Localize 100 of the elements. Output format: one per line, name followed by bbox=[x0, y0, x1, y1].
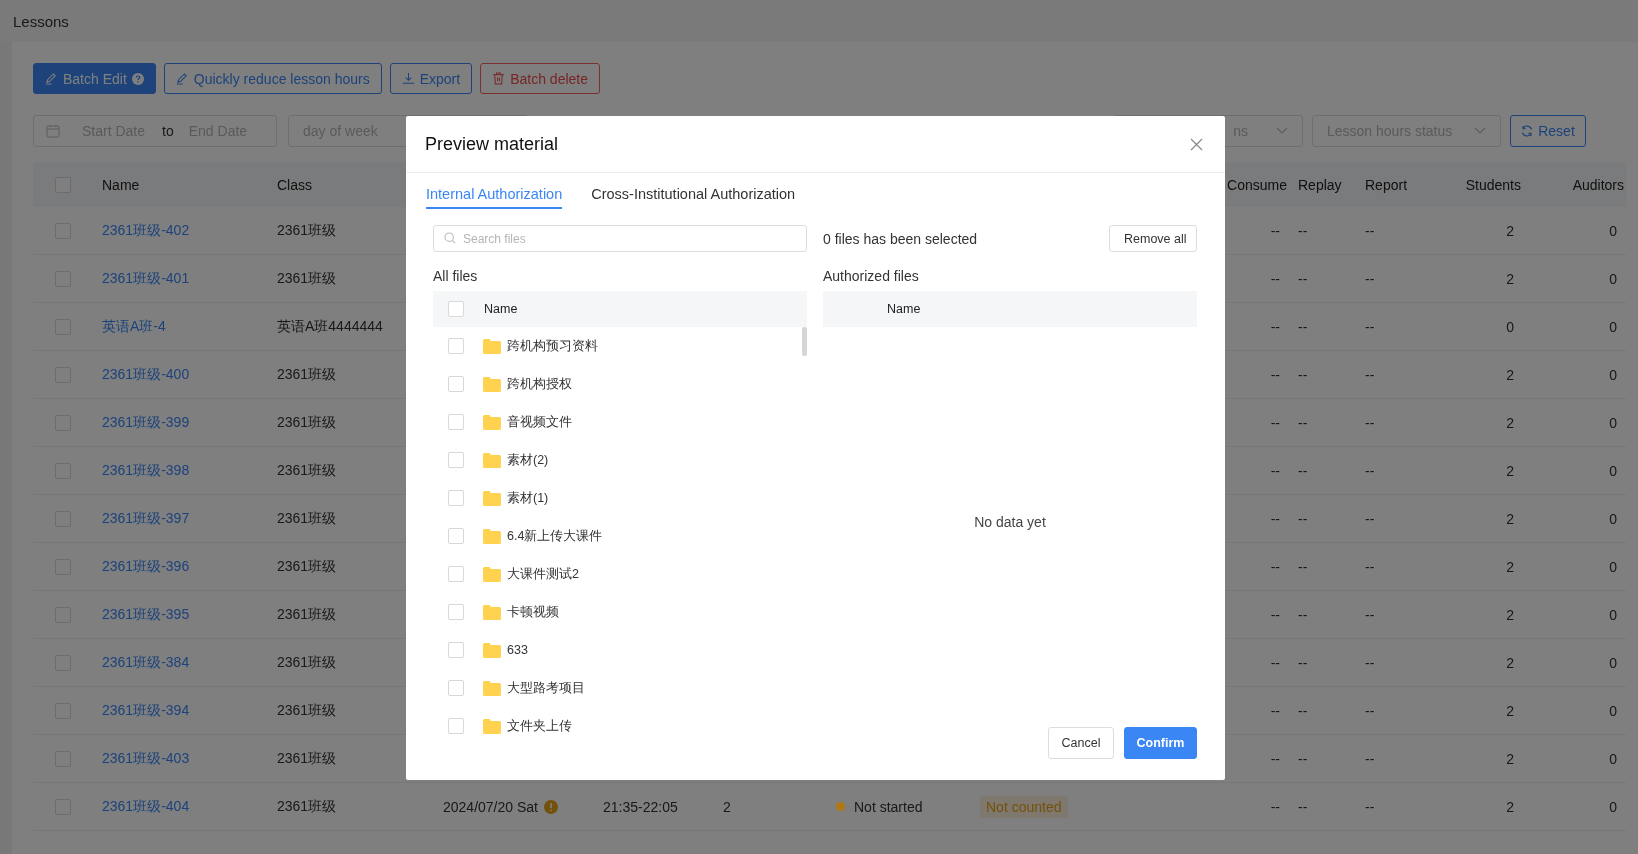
table-cell: -- bbox=[1298, 414, 1308, 431]
table-cell: -- bbox=[1365, 798, 1375, 815]
table-cell: -- bbox=[1270, 414, 1280, 431]
table-cell: -- bbox=[1365, 558, 1375, 575]
table-cell: 0 bbox=[1609, 462, 1617, 479]
table-cell: 2361班级 bbox=[277, 269, 337, 288]
table-cell: 0 bbox=[1609, 318, 1617, 335]
table-cell: -- bbox=[1298, 366, 1308, 383]
table-cell: 2 bbox=[1506, 798, 1514, 815]
column-header: Consume bbox=[1227, 176, 1287, 193]
status-text: Not started bbox=[854, 798, 923, 815]
table-cell: 0 bbox=[1609, 606, 1617, 623]
table-cell: 2 bbox=[1506, 510, 1514, 527]
table-cell: 2361班级 bbox=[277, 413, 337, 432]
table-cell: 2 bbox=[1506, 750, 1514, 767]
table-cell: 2361班级 bbox=[277, 365, 337, 384]
table-cell: -- bbox=[1298, 702, 1308, 719]
table-cell: -- bbox=[1298, 606, 1308, 623]
table-cell: 2361班级 bbox=[277, 797, 337, 816]
table-cell: -- bbox=[1298, 222, 1308, 239]
file-name: 音视频文件 bbox=[507, 413, 572, 431]
table-cell: -- bbox=[1270, 270, 1280, 287]
table-cell: 0 bbox=[1609, 510, 1617, 527]
table-cell: 0 bbox=[1609, 702, 1617, 719]
selection-count: 0 files has been selected bbox=[823, 230, 978, 247]
table-cell: -- bbox=[1270, 702, 1280, 719]
table-cell: 2 bbox=[1506, 366, 1514, 383]
table-cell: -- bbox=[1365, 702, 1375, 719]
table-cell: 0 bbox=[1609, 750, 1617, 767]
table-cell: 2 bbox=[1506, 414, 1514, 431]
file-name: 大课件测试2 bbox=[507, 565, 579, 583]
section-label: All files bbox=[433, 268, 478, 284]
table-cell: -- bbox=[1298, 510, 1308, 527]
file-name: 633 bbox=[507, 643, 528, 657]
table-cell: -- bbox=[1270, 606, 1280, 623]
file-name: 6.4新上传大课件 bbox=[507, 527, 603, 545]
column-header: Auditors bbox=[1572, 176, 1624, 193]
table-cell: 2 bbox=[1506, 270, 1514, 287]
table-cell: -- bbox=[1298, 558, 1308, 575]
table-cell: -- bbox=[1270, 318, 1280, 335]
file-name: 文件夹上传 bbox=[507, 717, 572, 735]
table-cell: -- bbox=[1270, 222, 1280, 239]
column-header: Name bbox=[102, 176, 140, 193]
table-cell: -- bbox=[1365, 318, 1375, 335]
table-cell: -- bbox=[1298, 654, 1308, 671]
table-cell: 2 bbox=[1506, 462, 1514, 479]
table-cell: 0 bbox=[1609, 414, 1617, 431]
table-cell: -- bbox=[1270, 510, 1280, 527]
table-cell: 0 bbox=[1609, 558, 1617, 575]
table-cell: 2361班级 bbox=[277, 749, 337, 768]
file-name: 跨机构授权 bbox=[507, 375, 572, 393]
table-cell: 0 bbox=[1609, 654, 1617, 671]
table-cell: 2 bbox=[1506, 606, 1514, 623]
section-label: Authorized files bbox=[823, 268, 919, 284]
file-name: 素材(2) bbox=[507, 451, 549, 469]
table-cell: -- bbox=[1298, 750, 1308, 767]
table-cell: 21:35-22:05 bbox=[603, 798, 678, 815]
table-cell: -- bbox=[1365, 222, 1375, 239]
column-header: Students bbox=[1465, 176, 1521, 193]
table-cell: 2 bbox=[1506, 654, 1514, 671]
table-cell: -- bbox=[1365, 462, 1375, 479]
table-cell: -- bbox=[1365, 414, 1375, 431]
table-cell: -- bbox=[1270, 654, 1280, 671]
column-header: Name bbox=[887, 302, 921, 316]
column-header: Replay bbox=[1298, 176, 1342, 193]
table-cell: 2 bbox=[1506, 558, 1514, 575]
table-cell: 2361班级 bbox=[277, 221, 337, 240]
table-cell: -- bbox=[1365, 510, 1375, 527]
table-cell: 2 bbox=[1506, 222, 1514, 239]
file-name: 卡顿视频 bbox=[507, 603, 559, 621]
table-cell: 2361班级 bbox=[277, 509, 337, 528]
file-name: 大型路考项目 bbox=[507, 679, 585, 697]
column-header: Class bbox=[277, 176, 312, 193]
modal-title: Preview material bbox=[425, 133, 559, 155]
table-cell: -- bbox=[1298, 318, 1308, 335]
table-cell: -- bbox=[1365, 270, 1375, 287]
table-cell: -- bbox=[1270, 558, 1280, 575]
table-cell: -- bbox=[1298, 798, 1308, 815]
table-cell: 0 bbox=[1609, 798, 1617, 815]
table-cell: 0 bbox=[1609, 222, 1617, 239]
table-cell: -- bbox=[1270, 750, 1280, 767]
table-cell: 英语A班4444444 bbox=[277, 317, 383, 336]
table-cell: 2361班级 bbox=[277, 461, 337, 480]
table-cell: 0 bbox=[1609, 366, 1617, 383]
table-cell: 2361班级 bbox=[277, 557, 337, 576]
file-name: 跨机构预习资料 bbox=[507, 337, 598, 355]
table-cell: 0 bbox=[1506, 318, 1514, 335]
table-cell: -- bbox=[1365, 750, 1375, 767]
page-title: Lessons bbox=[13, 12, 69, 30]
table-cell: -- bbox=[1270, 462, 1280, 479]
table-cell: -- bbox=[1365, 606, 1375, 623]
table-cell: -- bbox=[1365, 366, 1375, 383]
table-cell: 2361班级 bbox=[277, 653, 337, 672]
file-name: 素材(1) bbox=[507, 489, 549, 507]
table-cell: -- bbox=[1270, 366, 1280, 383]
table-cell: -- bbox=[1365, 654, 1375, 671]
table-cell: 2361班级 bbox=[277, 701, 337, 720]
table-cell: -- bbox=[1298, 270, 1308, 287]
status-tag: Not counted bbox=[980, 795, 1068, 818]
table-cell: -- bbox=[1298, 462, 1308, 479]
